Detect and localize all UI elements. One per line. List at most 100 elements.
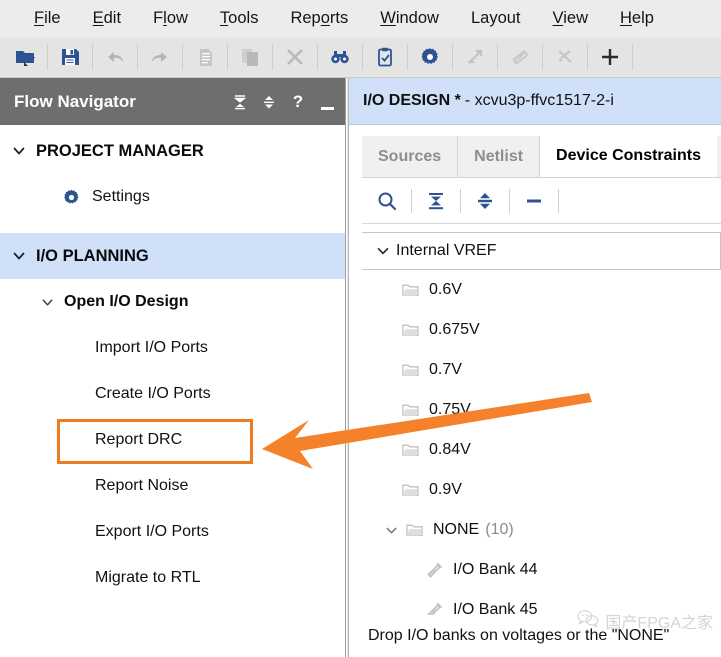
sidebar-item-label: Export I/O Ports xyxy=(95,523,209,540)
toolbar-separator xyxy=(317,44,318,70)
redo-icon[interactable] xyxy=(143,40,177,74)
tree-item-vref-0-84v[interactable]: 0.84V xyxy=(362,430,721,470)
toolbar-separator xyxy=(362,44,363,70)
menu-bar: File Edit Flow Tools Reports Window Layo… xyxy=(0,0,721,37)
sidebar-item-create-io-ports[interactable]: Create I/O Ports xyxy=(0,371,345,417)
tree-item-vref-0-6v[interactable]: 0.6V xyxy=(362,270,721,310)
expand-collapse-icon[interactable] xyxy=(261,93,277,111)
toolbar-separator xyxy=(558,188,559,213)
collapse-icon[interactable] xyxy=(515,183,553,219)
main-toolbar xyxy=(0,37,721,78)
tree-group-label: Internal VREF xyxy=(396,242,497,259)
flow-navigator-panel: Flow Navigator ? PROJECT MANAGER Setting… xyxy=(0,78,345,657)
flow-navigator-title: Flow Navigator xyxy=(14,91,136,111)
toolbar-separator xyxy=(460,188,461,213)
watermark-text: 国产FPGA之家 xyxy=(605,615,713,632)
sidebar-section-project-manager[interactable]: PROJECT MANAGER xyxy=(0,128,345,174)
open-project-icon[interactable] xyxy=(8,40,42,74)
chevron-down-icon xyxy=(374,243,392,259)
help-icon[interactable]: ? xyxy=(290,93,306,111)
io-design-panel: I/O DESIGN * - xcvu3p-ffvc1517-2-i Sourc… xyxy=(348,78,721,657)
menu-item-file[interactable]: File xyxy=(18,0,77,37)
main-split: Flow Navigator ? PROJECT MANAGER Setting… xyxy=(0,78,721,657)
run-synthesis-icon[interactable] xyxy=(458,40,492,74)
sidebar-item-label: Settings xyxy=(92,188,150,205)
tree-item-label: 0.675V xyxy=(429,321,480,338)
sidebar-item-export-io-ports[interactable]: Export I/O Ports xyxy=(0,509,345,555)
flow-navigator-header: Flow Navigator ? xyxy=(0,78,345,125)
vivado-window: File Edit Flow Tools Reports Window Layo… xyxy=(0,0,721,657)
clipboard-check-icon[interactable] xyxy=(368,40,402,74)
io-bank-icon xyxy=(424,601,444,615)
paste-icon[interactable] xyxy=(233,40,267,74)
gear-icon[interactable] xyxy=(413,40,447,74)
toolbar-separator xyxy=(542,44,543,70)
menu-item-window[interactable]: Window xyxy=(364,0,455,37)
sidebar-item-report-noise[interactable]: Report Noise xyxy=(0,463,345,509)
toolbar-separator xyxy=(227,44,228,70)
tree-item-label: 0.6V xyxy=(429,281,462,298)
menu-item-layout[interactable]: Layout xyxy=(455,0,537,37)
sidebar-item-open-io-design[interactable]: Open I/O Design xyxy=(0,279,345,325)
tree-item-vref-0-7v[interactable]: 0.7V xyxy=(362,350,721,390)
search-icon[interactable] xyxy=(368,183,406,219)
collapse-all-icon[interactable] xyxy=(232,93,248,111)
wechat-icon xyxy=(577,609,599,633)
tree-item-vref-0-75v[interactable]: 0.75V xyxy=(362,390,721,430)
sidebar-item-label: Report Noise xyxy=(95,477,189,494)
menu-item-tools[interactable]: Tools xyxy=(204,0,275,37)
chevron-down-icon xyxy=(36,291,58,313)
sidebar-item-label: Import I/O Ports xyxy=(95,339,208,356)
tree-item-label: 0.9V xyxy=(429,481,462,498)
sidebar-item-label: Report DRC xyxy=(95,431,183,448)
sidebar-item-settings[interactable]: Settings xyxy=(0,174,345,220)
collapse-all-icon[interactable] xyxy=(417,183,455,219)
toolbar-separator xyxy=(452,44,453,70)
expand-all-icon[interactable] xyxy=(466,183,504,219)
menu-item-view[interactable]: View xyxy=(537,0,604,37)
toolbar-separator xyxy=(137,44,138,70)
menu-item-flow[interactable]: Flow xyxy=(137,0,204,37)
binoculars-icon[interactable] xyxy=(323,40,357,74)
toolbar-separator xyxy=(182,44,183,70)
chevron-down-icon xyxy=(382,523,400,538)
tree-item-vref-0-675v[interactable]: 0.675V xyxy=(362,310,721,350)
save-icon[interactable] xyxy=(53,40,87,74)
tab-label: Netlist xyxy=(474,147,524,165)
tree-item-io-bank-44[interactable]: I/O Bank 44 xyxy=(362,550,721,590)
toolbar-separator xyxy=(272,44,273,70)
gear-icon xyxy=(60,188,82,207)
sidebar-item-import-io-ports[interactable]: Import I/O Ports xyxy=(0,325,345,371)
flow-navigator-header-actions: ? xyxy=(232,92,335,112)
sidebar-section-io-planning[interactable]: I/O PLANNING xyxy=(0,233,345,279)
menu-item-help[interactable]: Help xyxy=(604,0,670,37)
tab-netlist[interactable]: Netlist xyxy=(458,136,541,177)
io-design-title-bar: I/O DESIGN * - xcvu3p-ffvc1517-2-i xyxy=(349,78,721,125)
menu-item-reports[interactable]: Reports xyxy=(274,0,364,37)
folder-icon xyxy=(400,322,420,339)
chevron-down-icon xyxy=(8,140,30,162)
tab-sources[interactable]: Sources xyxy=(362,136,459,177)
run-implementation-icon[interactable] xyxy=(503,40,537,74)
undo-icon[interactable] xyxy=(98,40,132,74)
sidebar-item-report-drc[interactable]: Report DRC xyxy=(0,417,345,463)
minimize-icon[interactable] xyxy=(319,92,335,112)
menu-item-edit[interactable]: Edit xyxy=(77,0,137,37)
add-icon[interactable] xyxy=(593,40,627,74)
tree-group-none[interactable]: NONE (10) xyxy=(362,510,721,550)
sidebar-item-label: Open I/O Design xyxy=(64,293,189,310)
folder-icon xyxy=(404,522,424,539)
tree-item-vref-0-9v[interactable]: 0.9V xyxy=(362,470,721,510)
tree-group-internal-vref[interactable]: Internal VREF xyxy=(362,232,721,270)
io-bank-icon xyxy=(424,561,444,579)
copy-icon[interactable] xyxy=(188,40,222,74)
chevron-down-icon xyxy=(8,245,30,267)
toolbar-separator xyxy=(47,44,48,70)
tree-group-label: NONE xyxy=(433,521,480,538)
io-design-title-bold: I/O DESIGN * xyxy=(363,92,461,109)
tree-item-label: 0.75V xyxy=(429,401,471,418)
sidebar-item-migrate-to-rtl[interactable]: Migrate to RTL xyxy=(0,555,345,601)
close-icon[interactable] xyxy=(278,40,312,74)
tab-device-constraints[interactable]: Device Constraints xyxy=(540,136,717,177)
generate-bitstream-icon[interactable] xyxy=(548,40,582,74)
